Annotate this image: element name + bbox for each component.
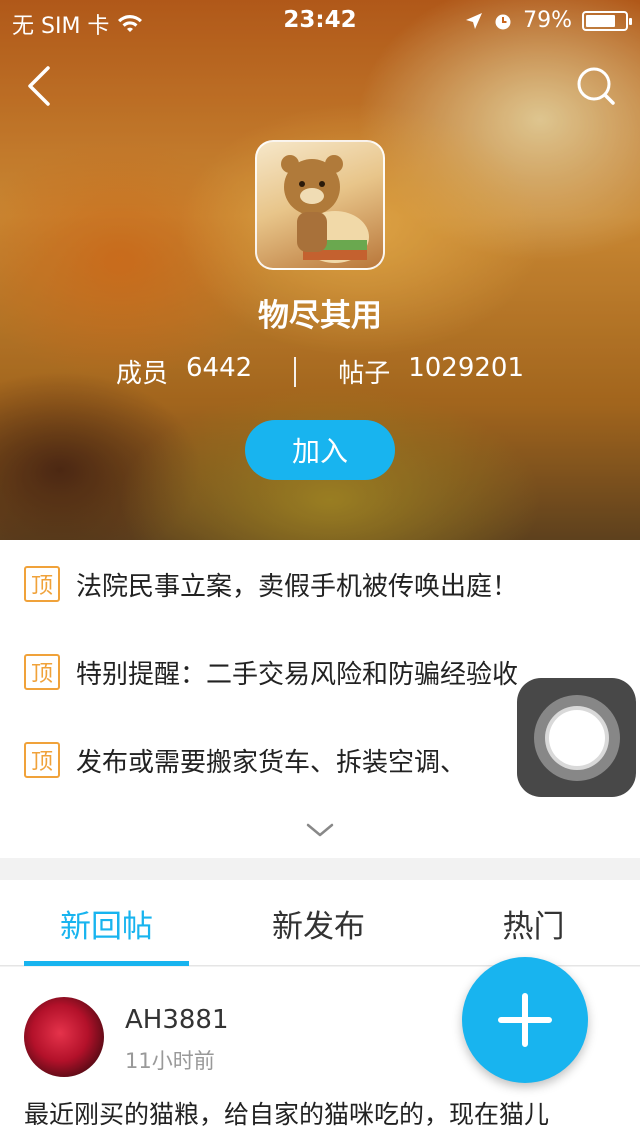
posts-label: 帖子 (338, 359, 391, 389)
members-count: 6442 (186, 353, 253, 383)
tab-bar: 新回帖 新发布 热门 (0, 880, 640, 966)
tab-new-replies[interactable]: 新回帖 (24, 880, 189, 966)
group-stats: 成员 6442 帖子 1029201 (0, 353, 640, 390)
pinned-item[interactable]: 顶 法院民事立案，卖假手机被传唤出庭！ (24, 564, 624, 604)
members-stat: 成员 6442 (116, 353, 252, 390)
back-button[interactable] (18, 62, 68, 112)
tab-hot[interactable]: 热门 (451, 880, 616, 966)
post-timestamp: 11小时前 (125, 1049, 215, 1073)
top-nav (0, 50, 640, 120)
pinned-title: 法院民事立案，卖假手机被传唤出庭！ (76, 571, 519, 602)
new-post-button[interactable] (462, 957, 588, 1083)
alarm-icon (495, 14, 511, 29)
assistive-touch-ring (533, 694, 620, 781)
post-content[interactable]: 最近刚买的猫粮，给自家的猫咪吃的，现在猫儿 (24, 1095, 624, 1131)
group-info: 物尽其用 成员 6442 帖子 1029201 (0, 140, 640, 390)
assistive-touch-dot (544, 705, 609, 770)
active-tab-indicator (24, 961, 189, 966)
status-bar: 无 SIM 卡 23:42 79% (0, 0, 640, 40)
stats-divider (294, 356, 297, 387)
search-button[interactable] (572, 62, 622, 112)
search-icon (577, 67, 615, 105)
posts-count: 1029201 (408, 353, 524, 383)
posts-stat: 帖子 1029201 (338, 353, 524, 390)
group-name: 物尽其用 (258, 298, 382, 334)
post-username[interactable]: AH3881 (125, 1005, 229, 1035)
pinned-badge: 顶 (24, 566, 60, 602)
members-label: 成员 (116, 359, 169, 389)
chevron-left-icon (28, 66, 50, 106)
avatar[interactable] (24, 997, 104, 1077)
bear-plush-image (281, 155, 369, 263)
tab-new-posts[interactable]: 新发布 (236, 880, 401, 966)
battery-icon (582, 10, 632, 31)
expand-pinned-button[interactable] (305, 820, 335, 840)
location-arrow-icon (466, 12, 483, 29)
chevron-down-icon (306, 823, 334, 837)
pinned-title: 特别提醒：二手交易风险和防骗经验收 (76, 659, 519, 690)
group-avatar[interactable] (255, 140, 385, 270)
pinned-title: 发布或需要搬家货车、拆装空调、 (76, 747, 467, 778)
join-button[interactable]: 加入 (245, 420, 395, 480)
plus-icon (498, 993, 552, 1047)
pinned-badge: 顶 (24, 654, 60, 690)
battery-fill (586, 14, 616, 27)
battery-percent: 79% (523, 8, 572, 33)
section-gap (0, 858, 640, 880)
pinned-badge: 顶 (24, 742, 60, 778)
assistive-touch-button[interactable] (517, 678, 636, 797)
